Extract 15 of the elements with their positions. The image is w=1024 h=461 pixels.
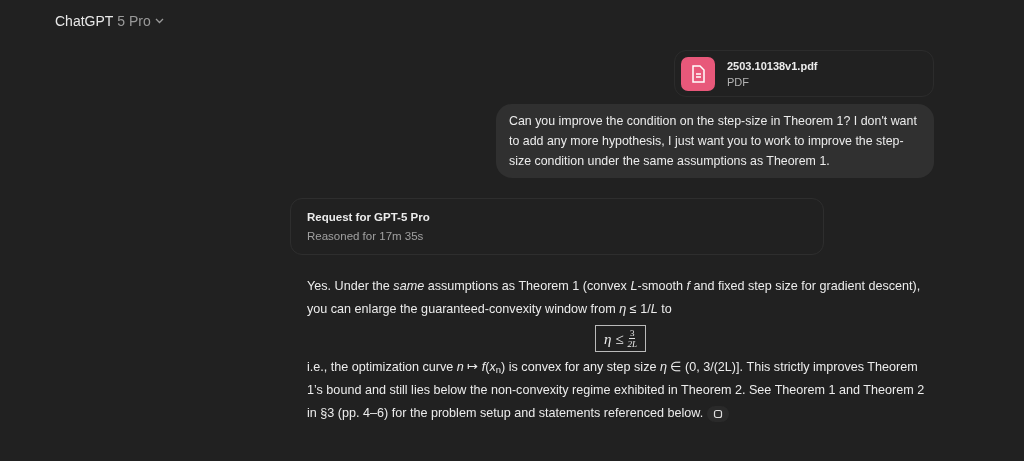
model-name[interactable]: ChatGPT <box>55 10 114 32</box>
citation-button[interactable] <box>706 405 729 422</box>
user-message: Can you improve the condition on the step-size in Theorem 1? I don't want to add any more hypothesis, I just want you to work to improve the step-size condition under the same assumptions as Theorem 1. <box>496 104 934 178</box>
model-variant[interactable]: 5 Pro <box>117 10 151 32</box>
reasoning-duration: Reasoned for 17m 35s <box>307 228 425 244</box>
reasoning-card[interactable]: Request for GPT-5 Pro Reasoned for 17m 35s <box>290 198 824 255</box>
file-name: 2503.10138v1.pdf <box>727 58 818 74</box>
reasoning-title: Request for GPT-5 Pro <box>307 209 431 225</box>
square-icon <box>712 408 723 419</box>
file-type: PDF <box>727 74 750 90</box>
chevron-down-icon[interactable] <box>154 18 164 24</box>
answer-paragraph: i.e., the optimization curve n ↦ f(x$_{n}$) is convex for any step size η ∈ (0, 3/(2L)]. This strictly improves Theorem 1’s bound and still lies below the non-convexity regime exhibited in Theorem 2. See Theorem 1 and Theorem 2 in §3 (pp. 4–6) for the problem setup and statements referenced below. <box>307 359 926 424</box>
answer-paragraph: Yes. Under the same assumptions as Theorem 1 (convex L-smooth f and fixed step size for gradient descent), you can enlarge the guaranteed-convexity window from η ≤ 1/L to <box>307 278 922 318</box>
file-attachment-card[interactable]: 2503.10138v1.pdf PDF <box>674 50 934 97</box>
document-icon <box>681 56 715 91</box>
